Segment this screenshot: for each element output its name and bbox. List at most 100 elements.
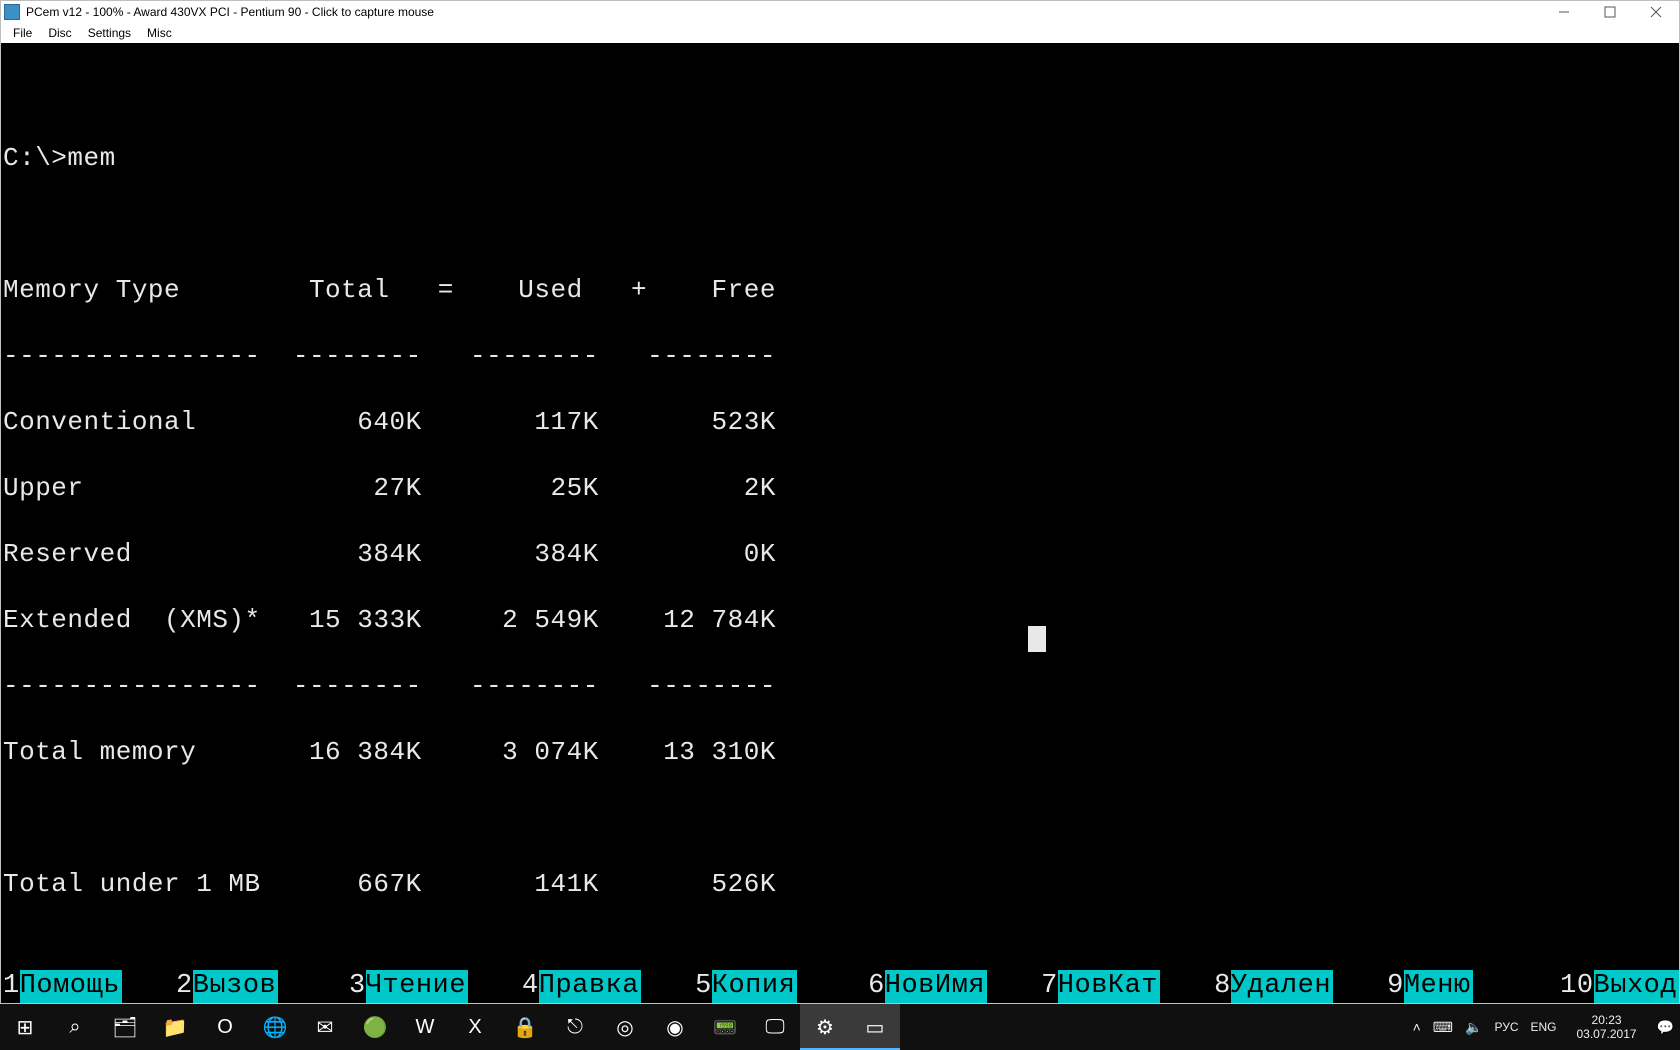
fn-number: 2 bbox=[174, 970, 193, 1003]
system-tray: ˄ ⌨ 🔈 РУС ENG 20:23 03.07.2017 💬 bbox=[1407, 1004, 1680, 1050]
fn-label: Выход bbox=[1594, 970, 1679, 1003]
fn-slot-10[interactable]: 10Выход bbox=[1558, 969, 1679, 1003]
fn-label: Копия bbox=[712, 970, 798, 1003]
dos-line: Extended (XMS)* 15 333K 2 549K 12 784K bbox=[3, 605, 776, 635]
word-icon-glyph: W bbox=[416, 1016, 435, 1039]
fn-label: Помощь bbox=[20, 970, 122, 1003]
security-icon-glyph: 🔒 bbox=[513, 1015, 538, 1040]
opera-icon-glyph: O bbox=[217, 1016, 233, 1039]
viber-icon[interactable]: 📟 bbox=[700, 1004, 750, 1050]
dos-line: Total memory 16 384K 3 074K 13 310K bbox=[3, 737, 776, 767]
fn-slot-2[interactable]: 2Вызов bbox=[174, 969, 347, 1003]
window-title: PCem v12 - 100% - Award 430VX PCI - Pent… bbox=[26, 5, 1541, 19]
clock-date: 03.07.2017 bbox=[1577, 1027, 1637, 1041]
excel-icon-glyph: X bbox=[468, 1016, 481, 1039]
excel-icon[interactable]: X bbox=[450, 1004, 500, 1050]
menu-settings[interactable]: Settings bbox=[80, 23, 139, 43]
fn-label: Правка bbox=[539, 970, 641, 1003]
clock[interactable]: 20:23 03.07.2017 bbox=[1569, 1013, 1645, 1041]
fn-number: 5 bbox=[693, 970, 712, 1003]
menu-file[interactable]: File bbox=[5, 23, 40, 43]
pcem-icon[interactable]: ▭ bbox=[850, 1004, 900, 1050]
pcem-window: PCem v12 - 100% - Award 430VX PCI - Pent… bbox=[0, 0, 1680, 1004]
keyboard-layout-1[interactable]: РУС bbox=[1494, 1020, 1518, 1034]
fn-number: 6 bbox=[866, 970, 885, 1003]
dos-line: Upper 27K 25K 2K bbox=[3, 473, 776, 503]
app1-icon-glyph: ◎ bbox=[616, 1015, 633, 1040]
fn-number: 10 bbox=[1558, 970, 1593, 1003]
fn-slot-6[interactable]: 6НовИмя bbox=[866, 969, 1039, 1003]
app2-icon-glyph: ◉ bbox=[666, 1015, 683, 1040]
browser-icon-glyph: 🌐 bbox=[263, 1015, 288, 1040]
clock-time: 20:23 bbox=[1577, 1013, 1637, 1027]
mouse-cursor-block bbox=[1028, 626, 1046, 652]
app3-icon-glyph: 🖵 bbox=[765, 1016, 784, 1039]
start-button[interactable]: ⊞ bbox=[0, 1004, 50, 1050]
fn-number: 7 bbox=[1039, 970, 1058, 1003]
fn-number: 1 bbox=[1, 970, 20, 1003]
dos-line: Reserved 384K 384K 0K bbox=[3, 539, 776, 569]
fn-label: НовИмя bbox=[885, 970, 987, 1003]
menubar: File Disc Settings Misc bbox=[1, 23, 1679, 43]
dos-line: Memory Type Total = Used + Free bbox=[3, 275, 776, 305]
dos-line: C:\>mem bbox=[3, 143, 116, 173]
tray-chevron-icon[interactable]: ˄ bbox=[1413, 1019, 1421, 1035]
norton-fn-bar: 1Помощь2Вызов3Чтение4Правка5Копия6НовИмя… bbox=[1, 969, 1679, 1003]
maximize-button[interactable] bbox=[1587, 1, 1633, 23]
file-explorer-icon[interactable]: 📁 bbox=[150, 1004, 200, 1050]
app1-icon[interactable]: ◎ bbox=[600, 1004, 650, 1050]
app2-icon[interactable]: ◉ bbox=[650, 1004, 700, 1050]
fn-number: 8 bbox=[1212, 970, 1231, 1003]
utorrent-icon[interactable]: 🟢 bbox=[350, 1004, 400, 1050]
fn-label: Удален bbox=[1231, 970, 1333, 1003]
titlebar[interactable]: PCem v12 - 100% - Award 430VX PCI - Pent… bbox=[1, 1, 1679, 23]
action-center-icon[interactable]: 💬 bbox=[1657, 1019, 1674, 1036]
touch-keyboard-icon[interactable]: ⌨ bbox=[1433, 1019, 1453, 1036]
mail-icon[interactable]: ✉ bbox=[300, 1004, 350, 1050]
fn-slot-4[interactable]: 4Правка bbox=[520, 969, 693, 1003]
windows-taskbar: ⊞ ⌕ 🗂 📁 O 🌐 ✉ 🟢 W X 🔒 ⎋ ◎ ◉ 📟 🖵 ⚙ ▭ ˄ ⌨ 🔈 РУС ENG 20:23 0… bbox=[0, 1004, 1680, 1050]
dos-line: Conventional 640K 117K 523K bbox=[3, 407, 776, 437]
fn-slot-9[interactable]: 9Меню bbox=[1385, 969, 1558, 1003]
search-button-glyph: ⌕ bbox=[69, 1016, 80, 1039]
start-button-glyph: ⊞ bbox=[17, 1015, 34, 1040]
browser-icon[interactable]: 🌐 bbox=[250, 1004, 300, 1050]
app4-icon[interactable]: ⚙ bbox=[800, 1004, 850, 1050]
pcem-icon-glyph: ▭ bbox=[866, 1015, 885, 1040]
fn-label: Меню bbox=[1404, 970, 1473, 1003]
fn-slot-5[interactable]: 5Копия bbox=[693, 969, 866, 1003]
utorrent-icon-glyph: 🟢 bbox=[363, 1015, 388, 1040]
fn-number: 4 bbox=[520, 970, 539, 1003]
steam-icon[interactable]: ⎋ bbox=[550, 1004, 600, 1050]
fn-label: Чтение bbox=[366, 970, 468, 1003]
close-button[interactable] bbox=[1633, 1, 1679, 23]
fn-slot-8[interactable]: 8Удален bbox=[1212, 969, 1385, 1003]
word-icon[interactable]: W bbox=[400, 1004, 450, 1050]
fn-number: 3 bbox=[347, 970, 366, 1003]
keyboard-layout-2[interactable]: ENG bbox=[1530, 1020, 1556, 1034]
security-icon[interactable]: 🔒 bbox=[500, 1004, 550, 1050]
dos-line: Total under 1 MB 667K 141K 526K bbox=[3, 869, 776, 899]
fn-slot-1[interactable]: 1Помощь bbox=[1, 969, 174, 1003]
steam-icon-glyph: ⎋ bbox=[567, 1016, 583, 1039]
file-explorer-icon-glyph: 📁 bbox=[163, 1015, 188, 1040]
volume-icon[interactable]: 🔈 bbox=[1465, 1019, 1482, 1036]
dos-screen[interactable]: C:\>mem Memory Type Total = Used + Free … bbox=[1, 43, 1679, 1003]
app-icon bbox=[4, 4, 20, 20]
dos-line: ---------------- -------- -------- -----… bbox=[3, 671, 776, 701]
menu-misc[interactable]: Misc bbox=[139, 23, 180, 43]
menu-disc[interactable]: Disc bbox=[40, 23, 79, 43]
app3-icon[interactable]: 🖵 bbox=[750, 1004, 800, 1050]
fn-slot-3[interactable]: 3Чтение bbox=[347, 969, 520, 1003]
fn-slot-7[interactable]: 7НовКат bbox=[1039, 969, 1212, 1003]
app4-icon-glyph: ⚙ bbox=[816, 1015, 834, 1040]
opera-icon[interactable]: O bbox=[200, 1004, 250, 1050]
mail-icon-glyph: ✉ bbox=[317, 1015, 334, 1040]
search-button[interactable]: ⌕ bbox=[50, 1004, 100, 1050]
task-view-button[interactable]: 🗂 bbox=[100, 1004, 150, 1050]
dos-line: ---------------- -------- -------- -----… bbox=[3, 341, 776, 371]
minimize-button[interactable] bbox=[1541, 1, 1587, 23]
viber-icon-glyph: 📟 bbox=[713, 1015, 738, 1040]
task-view-button-glyph: 🗂 bbox=[112, 1015, 137, 1040]
fn-label: Вызов bbox=[193, 970, 279, 1003]
